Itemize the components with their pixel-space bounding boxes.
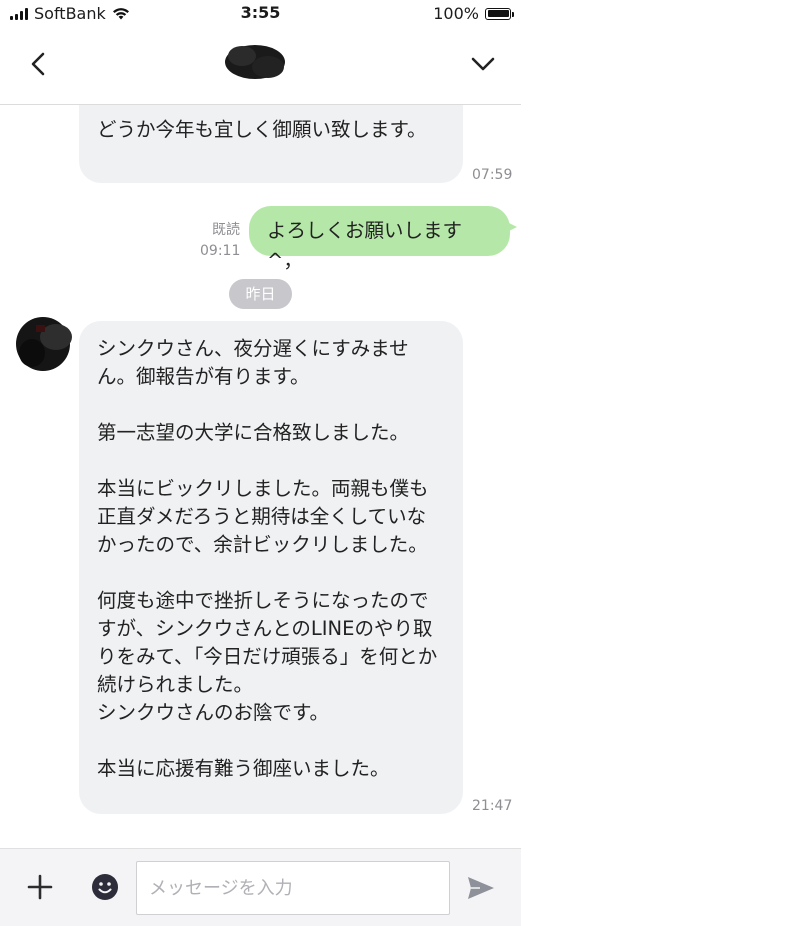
collapse-menu-button[interactable] <box>467 48 499 80</box>
plus-icon <box>27 874 53 900</box>
read-label: 既読 <box>212 222 240 238</box>
message-composer <box>0 848 521 926</box>
incoming-message-bubble[interactable]: シンクウさん、夜分遅くにすみません。御報告が有ります。 第一志望の大学に合格致し… <box>79 321 463 814</box>
message-time: 21:47 <box>472 798 513 814</box>
chevron-left-icon <box>31 52 45 76</box>
read-receipt: 既読 09:11 <box>200 221 240 260</box>
message-time: 07:59 <box>472 167 513 183</box>
message-list[interactable]: どうか今年も宜しく御願い致します。 07:59 既読 09:11 よろしくお願い… <box>0 105 521 848</box>
message-input[interactable] <box>136 861 450 915</box>
emoji-button[interactable] <box>89 871 121 903</box>
battery-icon <box>485 7 514 20</box>
outgoing-message-bubble[interactable]: よろしくお願いします^， <box>249 206 510 272</box>
status-bar: SoftBank 3:55 100% <box>0 0 521 30</box>
battery-percentage: 100% <box>433 4 479 23</box>
date-separator: 昨日 <box>229 279 292 309</box>
line-chat-screen: SoftBank 3:55 100% どうか今年も宜しく御願い致します。 07:… <box>0 0 521 926</box>
chevron-down-icon <box>471 57 495 71</box>
incoming-message-bubble[interactable]: どうか今年も宜しく御願い致します。 <box>79 105 463 183</box>
add-attachment-button[interactable] <box>24 871 56 903</box>
emoji-icon <box>92 874 118 900</box>
send-icon <box>468 877 494 899</box>
bubble-tail <box>505 221 517 233</box>
message-time: 09:11 <box>200 243 241 259</box>
send-button[interactable] <box>464 871 498 905</box>
sender-avatar[interactable] <box>12 315 74 373</box>
back-button[interactable] <box>22 48 54 80</box>
avatar-image <box>16 317 72 371</box>
status-bar-right: 100% <box>433 4 514 23</box>
chat-header <box>0 30 521 105</box>
contact-name-redacted[interactable] <box>222 40 288 84</box>
redaction-scribble <box>225 45 285 79</box>
